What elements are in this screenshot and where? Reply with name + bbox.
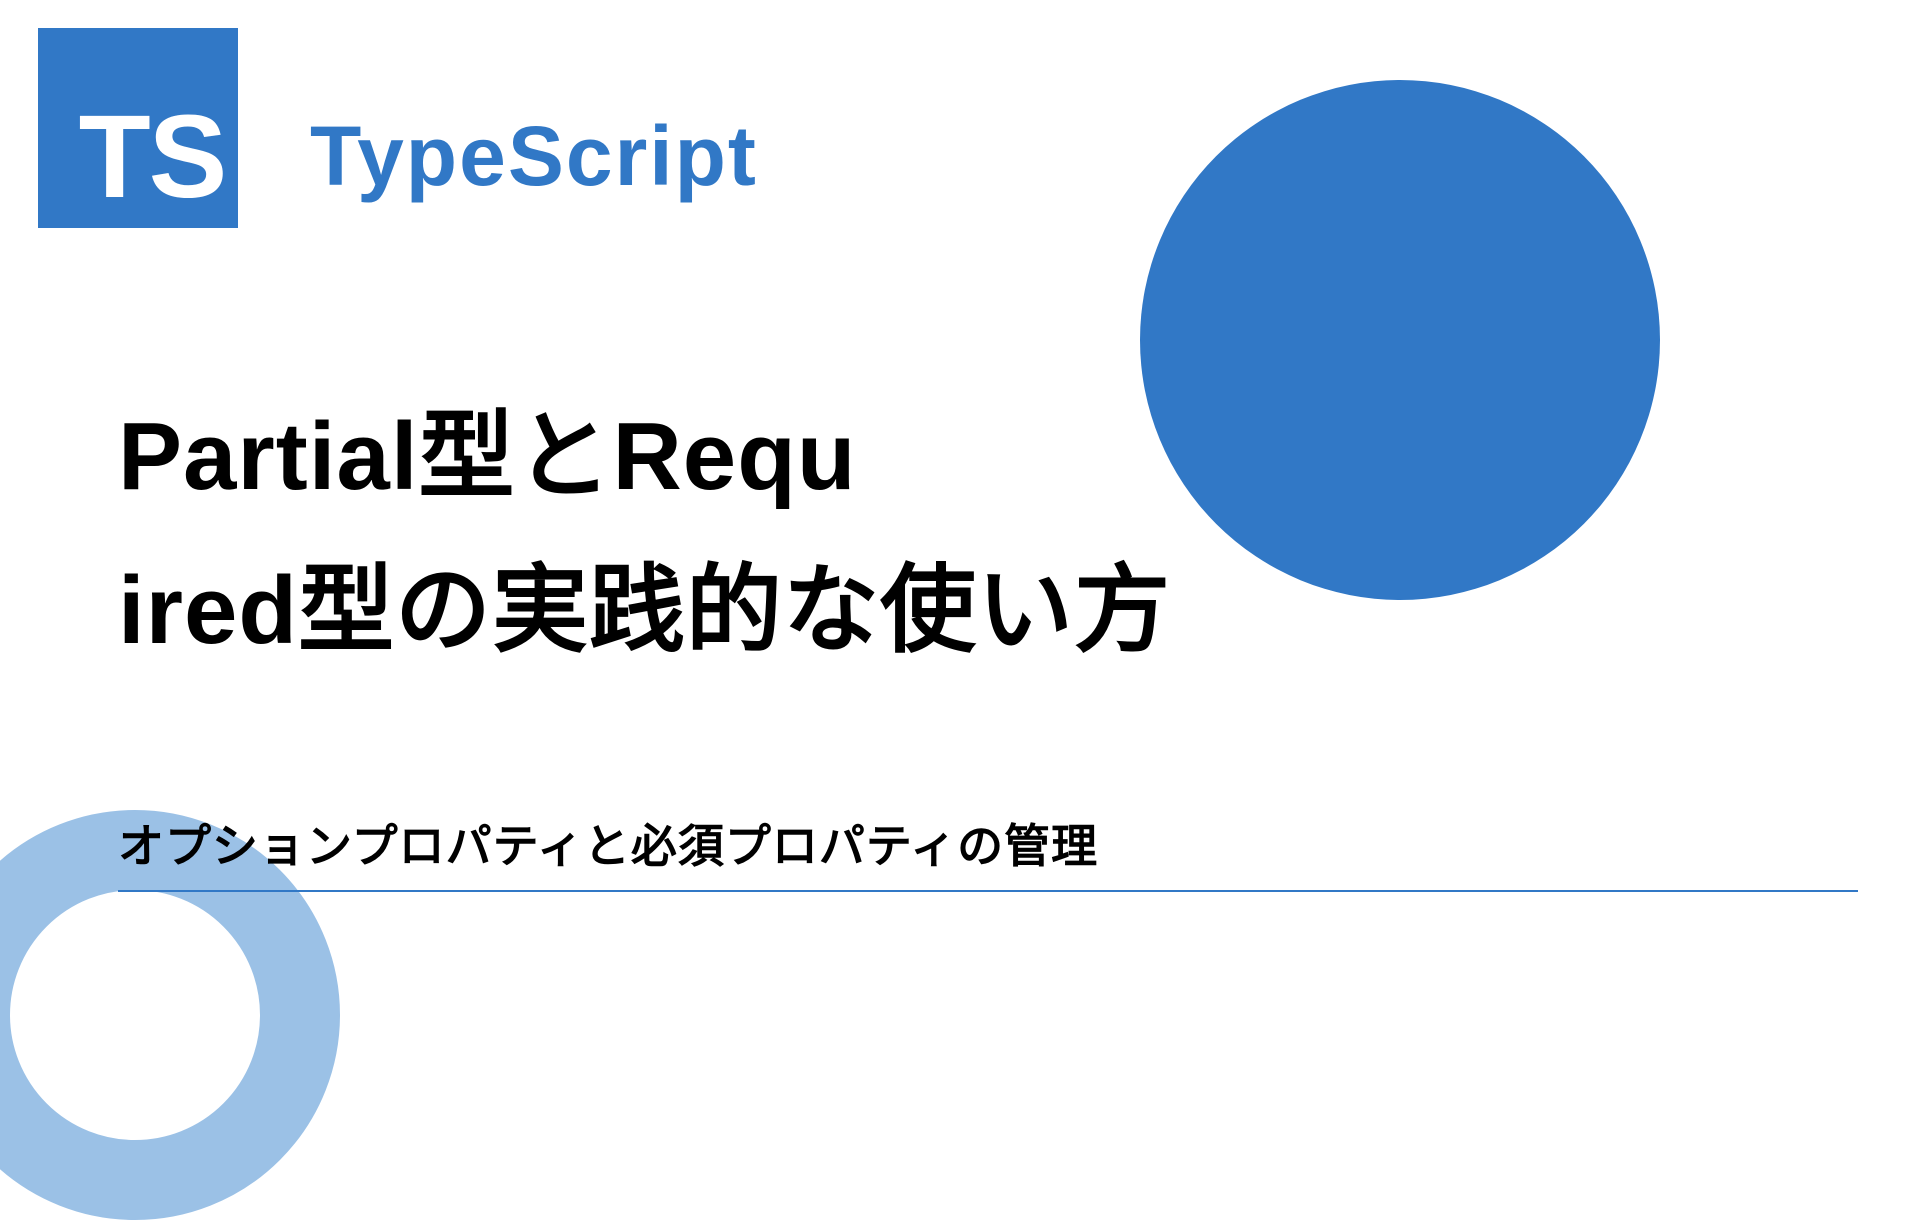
decorative-circle-large: [1140, 80, 1660, 600]
typescript-logo: TS: [38, 28, 238, 228]
page-subtitle: オプションプロパティと必須プロパティの管理: [118, 810, 1098, 876]
page-title: Partial型とRequ ired型の実践的な使い方: [118, 380, 1171, 687]
language-label: TypeScript: [310, 108, 758, 205]
typescript-logo-text: TS: [79, 98, 226, 216]
title-underline: [118, 890, 1858, 892]
